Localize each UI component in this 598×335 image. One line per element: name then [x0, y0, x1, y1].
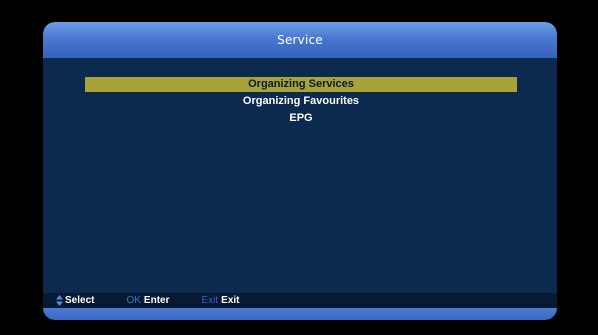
menu-item-organizing-favourites[interactable]: Organizing Favourites: [85, 94, 517, 109]
hint-enter-label: Enter: [143, 295, 170, 306]
hint-exit-label: Exit: [221, 295, 240, 306]
bottom-bar: [43, 308, 557, 320]
help-bar: Select OK Enter Exit Exit: [43, 293, 557, 308]
menu-item-epg[interactable]: EPG: [85, 111, 517, 126]
hint-select-label: Select: [65, 295, 95, 306]
exit-key-label: Exit: [201, 295, 219, 306]
menu-item-organizing-services[interactable]: Organizing Services: [85, 77, 517, 92]
title-bar: Service: [43, 22, 557, 58]
service-menu-window: Service Organizing Services Organizing F…: [43, 22, 557, 320]
menu-list: Organizing Services Organizing Favourite…: [85, 77, 517, 128]
up-down-arrows-icon: [56, 295, 63, 306]
hint-select: Select: [56, 295, 94, 306]
page-title: Service: [277, 33, 323, 47]
menu-area: Organizing Services Organizing Favourite…: [43, 58, 557, 293]
hint-enter: OK Enter: [126, 295, 169, 306]
hint-exit: Exit Exit: [201, 295, 239, 306]
ok-key-label: OK: [126, 295, 141, 306]
